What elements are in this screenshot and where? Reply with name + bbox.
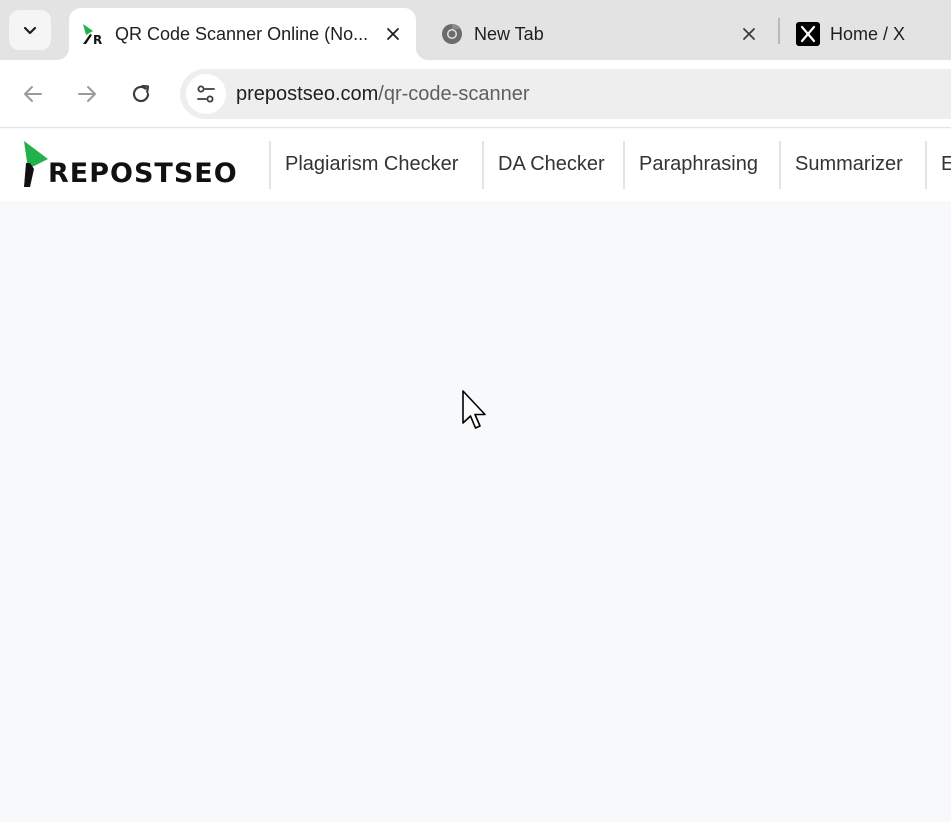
tab-separator [778, 18, 780, 44]
tab-home-x[interactable]: Home / X [784, 8, 951, 60]
address-bar[interactable]: prepostseo.com/qr-code-scanner [180, 69, 951, 119]
chrome-icon [440, 22, 464, 46]
tab-qr-scanner[interactable]: R QR Code Scanner Online (No... [69, 8, 416, 60]
reload-icon [132, 84, 150, 103]
tune-icon [197, 85, 215, 103]
svg-text:R: R [93, 33, 102, 46]
arrow-left-icon [24, 86, 42, 102]
nav-divider [779, 141, 781, 189]
tab-strip: R QR Code Scanner Online (No... New Tab [0, 0, 951, 60]
logo-text: REPOSTSEO [48, 158, 238, 189]
nav-paraphrasing[interactable]: Paraphrasing [639, 153, 758, 176]
x-logo-icon [796, 22, 820, 46]
url-path: /qr-code-scanner [378, 83, 530, 105]
nav-divider [482, 141, 484, 189]
arrow-right-icon [78, 86, 96, 102]
tab-new-tab[interactable]: New Tab [428, 8, 773, 60]
forward-button[interactable] [73, 80, 101, 108]
prepostseo-favicon: R [81, 22, 105, 46]
nav-da-checker[interactable]: DA Checker [498, 153, 605, 176]
page-content [0, 201, 951, 822]
prepostseo-logo[interactable]: REPOSTSEO [22, 139, 252, 191]
site-header: REPOSTSEO Plagiarism Checker DA Checker … [0, 129, 951, 201]
nav-plagiarism-checker[interactable]: Plagiarism Checker [285, 153, 458, 176]
chevron-down-icon [23, 26, 37, 35]
url-domain: prepostseo.com [236, 83, 379, 105]
url-text[interactable]: prepostseo.com/qr-code-scanner [236, 83, 529, 106]
close-tab-icon[interactable] [738, 23, 760, 45]
browser-toolbar: prepostseo.com/qr-code-scanner [0, 60, 951, 128]
nav-divider [269, 141, 271, 189]
reload-button[interactable] [127, 80, 155, 108]
close-tab-icon[interactable] [382, 23, 404, 45]
tab-search-button[interactable] [9, 10, 51, 50]
tab-title: Home / X [830, 23, 906, 44]
back-button[interactable] [19, 80, 47, 108]
nav-divider [925, 141, 927, 189]
nav-item-truncated[interactable]: E [941, 153, 951, 176]
site-info-button[interactable] [186, 74, 226, 114]
nav-divider [623, 141, 625, 189]
nav-summarizer[interactable]: Summarizer [795, 153, 903, 176]
tab-title: QR Code Scanner Online (No... [115, 23, 369, 44]
mouse-cursor-icon [462, 390, 486, 429]
tab-title: New Tab [474, 23, 544, 44]
